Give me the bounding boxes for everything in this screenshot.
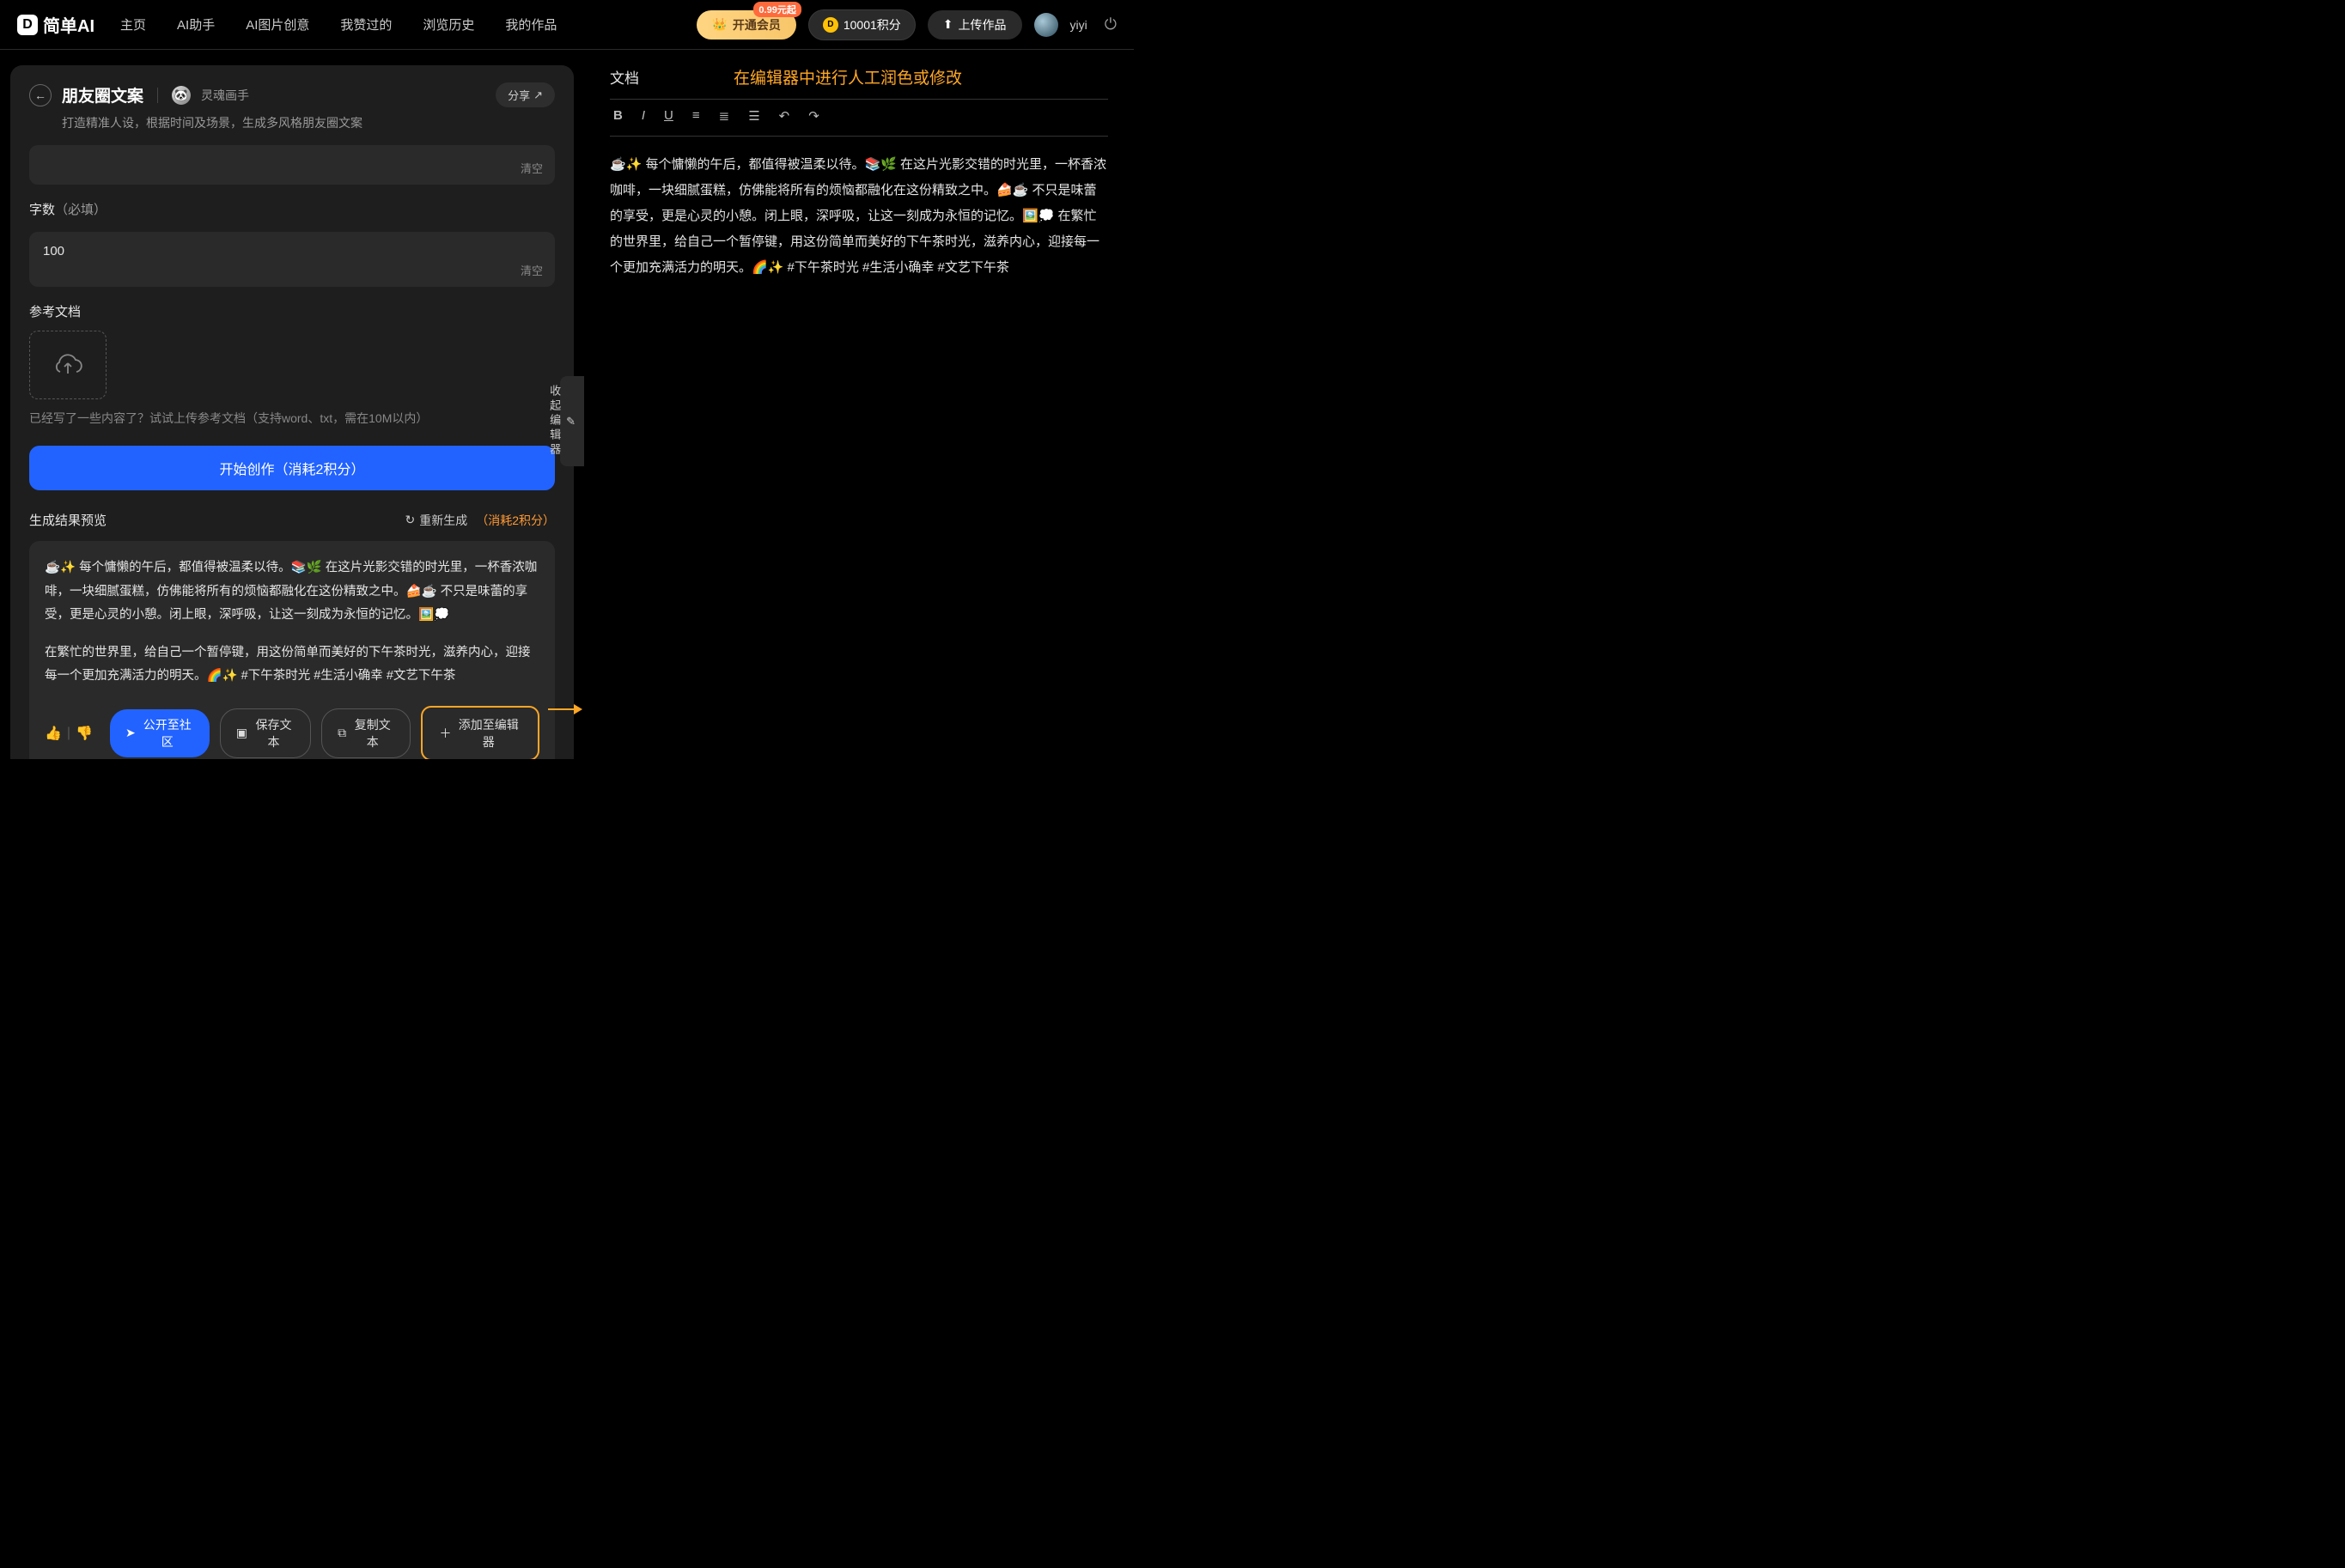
nav-liked[interactable]: 我赞过的 bbox=[340, 15, 392, 33]
logo-icon: D bbox=[17, 15, 38, 35]
nav-history[interactable]: 浏览历史 bbox=[423, 15, 474, 33]
crown-icon: 👑 bbox=[712, 17, 727, 32]
regenerate-button[interactable]: ↻ 重新生成 bbox=[405, 512, 467, 529]
result-para-2: 在繁忙的世界里，给自己一个暂停键，用这份简单而美好的下午茶时光，滋养内心，迎接每… bbox=[45, 641, 539, 689]
send-icon: ➤ bbox=[125, 726, 136, 740]
rating-group: 👍 | 👎 bbox=[45, 725, 93, 742]
italic-icon[interactable]: I bbox=[642, 108, 645, 124]
result-para-1: ☕✨ 每个慵懒的午后，都值得被温柔以待。📚🌿 在这片光影交错的时光里，一杯香浓咖… bbox=[45, 556, 539, 628]
share-icon: ↗ bbox=[533, 88, 543, 102]
coin-icon: D bbox=[823, 17, 838, 33]
wordcount-input[interactable]: 100 清空 bbox=[29, 232, 555, 287]
username: yiyi bbox=[1070, 18, 1087, 32]
align-icon[interactable]: ≡ bbox=[692, 108, 700, 124]
vip-badge: 0.99元起 bbox=[753, 2, 801, 17]
editor-toolbar: B I U ≡ ≣ ☰ ↶ ↷ bbox=[610, 99, 1108, 137]
nav-image[interactable]: AI图片创意 bbox=[246, 15, 309, 33]
right-panel: ✎ 收起编辑器 文档 在编辑器中进行人工润色或修改 B I U ≡ ≣ ☰ ↶ … bbox=[584, 50, 1134, 759]
back-button[interactable]: ← bbox=[29, 84, 52, 106]
plus-icon: ＋ bbox=[440, 725, 452, 742]
prompt-input[interactable]: 清空 bbox=[29, 145, 555, 185]
clear-button[interactable]: 清空 bbox=[521, 160, 543, 176]
refresh-icon: ↻ bbox=[405, 513, 415, 527]
reference-section: 参考文档 已经写了一些内容了？试试上传参考文档（支持word、txt，需在10M… bbox=[29, 302, 555, 427]
nav-works[interactable]: 我的作品 bbox=[505, 15, 557, 33]
preview-section: 生成结果预览 ↻ 重新生成 （消耗2积分） ☕✨ 每个慵懒的午后，都值得被温柔以… bbox=[29, 511, 555, 759]
cloud-upload-icon bbox=[52, 351, 83, 379]
save-text-button[interactable]: ▣ 保存文本 bbox=[220, 708, 311, 758]
editor-hint: 在编辑器中进行人工润色或修改 bbox=[734, 65, 962, 88]
reference-label: 参考文档 bbox=[29, 302, 555, 320]
card-title: 朋友圈文案 bbox=[62, 83, 143, 106]
upload-label: 上传作品 bbox=[959, 16, 1007, 33]
upload-zone[interactable] bbox=[29, 331, 107, 399]
thumbs-up-icon[interactable]: 👍 bbox=[45, 725, 62, 742]
thumbs-down-icon[interactable]: 👎 bbox=[76, 725, 93, 742]
result-actions: 👍 | 👎 ➤ 公开至社区 ▣ 保存文本 ⧉ bbox=[45, 706, 539, 759]
points-value: 10001积分 bbox=[844, 16, 901, 33]
doc-label: 文档 bbox=[610, 66, 639, 88]
add-to-editor-button[interactable]: ＋ 添加至编辑器 bbox=[421, 706, 540, 759]
editor-header: 文档 在编辑器中进行人工润色或修改 bbox=[610, 65, 1108, 88]
regen-cost: （消耗2积分） bbox=[476, 512, 555, 529]
logo[interactable]: D 简单AI bbox=[17, 12, 94, 37]
vip-button[interactable]: 👑 开通会员 0.99元起 bbox=[697, 10, 795, 40]
rating-sep: | bbox=[67, 726, 70, 741]
wordcount-value: 100 bbox=[43, 244, 541, 258]
vip-label: 开通会员 bbox=[733, 16, 781, 33]
redo-icon[interactable]: ↷ bbox=[808, 108, 819, 124]
creation-card: ← 朋友圈文案 🐼 灵魂画手 分享 ↗ 打造精准人设，根据时间及场景，生成多风格… bbox=[10, 65, 574, 759]
points-button[interactable]: D 10001积分 bbox=[808, 9, 916, 40]
result-text: ☕✨ 每个慵懒的午后，都值得被温柔以待。📚🌿 在这片光影交错的时光里，一杯香浓咖… bbox=[45, 556, 539, 689]
upload-icon: ⬆ bbox=[943, 17, 953, 32]
underline-icon[interactable]: U bbox=[664, 108, 673, 124]
unordered-list-icon[interactable]: ☰ bbox=[748, 108, 759, 124]
publish-button[interactable]: ➤ 公开至社区 bbox=[110, 709, 210, 757]
preview-title: 生成结果预览 bbox=[29, 511, 107, 529]
undo-icon[interactable]: ↶ bbox=[779, 108, 790, 124]
save-icon: ▣ bbox=[236, 726, 247, 740]
nav-assistant[interactable]: AI助手 bbox=[177, 15, 215, 33]
editor-content[interactable]: ☕✨ 每个慵懒的午后，都值得被温柔以待。📚🌿 在这片光影交错的时光里，一杯香浓咖… bbox=[610, 137, 1108, 281]
ordered-list-icon[interactable]: ≣ bbox=[719, 108, 730, 124]
header-right: 👑 开通会员 0.99元起 D 10001积分 ⬆ 上传作品 yiyi ⏻ bbox=[697, 9, 1117, 40]
left-panel: ← 朋友圈文案 🐼 灵魂画手 分享 ↗ 打造精准人设，根据时间及场景，生成多风格… bbox=[0, 50, 584, 759]
logo-text: 简单AI bbox=[43, 12, 94, 37]
divider bbox=[157, 88, 158, 103]
collapse-editor-tab[interactable]: ✎ 收起编辑器 bbox=[560, 376, 584, 466]
power-icon[interactable]: ⏻ bbox=[1105, 15, 1117, 33]
card-header: ← 朋友圈文案 🐼 灵魂画手 分享 ↗ bbox=[29, 82, 555, 107]
author-name: 灵魂画手 bbox=[201, 87, 249, 104]
user-avatar[interactable] bbox=[1034, 13, 1058, 37]
upload-works-button[interactable]: ⬆ 上传作品 bbox=[928, 10, 1022, 40]
copy-icon: ⧉ bbox=[338, 726, 346, 740]
share-button[interactable]: 分享 ↗ bbox=[496, 82, 555, 107]
preview-header: 生成结果预览 ↻ 重新生成 （消耗2积分） bbox=[29, 511, 555, 529]
result-box: ☕✨ 每个慵懒的午后，都值得被温柔以待。📚🌿 在这片光影交错的时光里，一杯香浓咖… bbox=[29, 541, 555, 759]
arrow-annotation bbox=[548, 704, 582, 714]
wordcount-label: 字数（必填） bbox=[29, 200, 555, 218]
copy-text-button[interactable]: ⧉ 复制文本 bbox=[321, 708, 410, 758]
upload-hint: 已经写了一些内容了？试试上传参考文档（支持word、txt，需在10M以内） bbox=[29, 410, 555, 427]
main-area: ← 朋友圈文案 🐼 灵魂画手 分享 ↗ 打造精准人设，根据时间及场景，生成多风格… bbox=[0, 50, 1134, 759]
clear-button[interactable]: 清空 bbox=[521, 262, 543, 278]
card-subtitle: 打造精准人设，根据时间及场景，生成多风格朋友圈文案 bbox=[62, 114, 555, 131]
pencil-icon: ✎ bbox=[566, 415, 579, 428]
author-avatar-icon: 🐼 bbox=[172, 86, 191, 105]
nav-home[interactable]: 主页 bbox=[120, 15, 146, 33]
main-nav: 主页 AI助手 AI图片创意 我赞过的 浏览历史 我的作品 bbox=[120, 15, 557, 33]
app-header: D 简单AI 主页 AI助手 AI图片创意 我赞过的 浏览历史 我的作品 👑 开… bbox=[0, 0, 1134, 50]
share-label: 分享 bbox=[508, 87, 530, 103]
start-create-button[interactable]: 开始创作（消耗2积分） bbox=[29, 446, 555, 490]
bold-icon[interactable]: B bbox=[613, 108, 623, 124]
